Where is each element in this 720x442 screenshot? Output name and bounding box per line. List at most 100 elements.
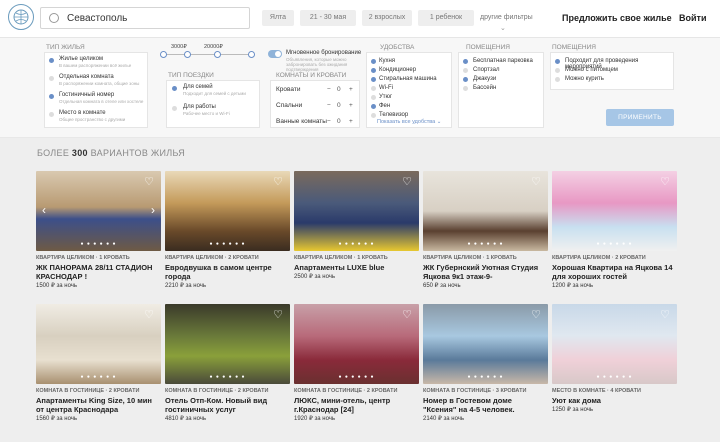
instant-booking-toggle[interactable] [268,50,282,58]
listing-card[interactable]: ‹ › ♡ ● ● ● ● ● ● КВАРТИРА ЦЕЛИКОМ · 1 КРОВА… [36,171,161,297]
trip-option-family[interactable]: Для семей Подходит для семей с детьми [183,84,246,96]
listing-photo[interactable]: ♡ ● ● ● ● ● ● [294,171,419,251]
photo-pagination-dots[interactable]: ● ● ● ● ● ● [423,241,548,247]
heart-icon[interactable]: ♡ [530,177,542,188]
photo-pagination-dots[interactable]: ● ● ● ● ● ● [36,241,161,247]
facility-option[interactable]: Джакузи [473,76,496,82]
checkbox-checked-icon[interactable] [371,77,376,82]
stepper-plus[interactable]: + [349,86,353,93]
heart-icon[interactable]: ♡ [401,177,413,188]
checkbox-checked-icon[interactable] [463,59,468,64]
checkbox-icon[interactable] [555,68,560,73]
listing-photo[interactable]: ♡ ● ● ● ● ● ● [165,171,290,251]
facility-option[interactable]: Спортзал [473,67,499,73]
amenity-option[interactable]: Кондиционер [379,67,416,73]
heart-icon[interactable]: ♡ [659,310,671,321]
heart-icon[interactable]: ♡ [659,177,671,188]
checkbox-checked-icon[interactable] [371,104,376,109]
apply-button[interactable]: ПРИМЕНИТЬ [606,109,674,126]
listing-card[interactable]: ♡ ● ● ● ● ● ● КОМНАТА В ГОСТИНИЦЕ · 2 КРОВ… [36,304,161,430]
listing-card[interactable]: ♡ ● ● ● ● ● ● КВАРТИРА ЦЕЛИКОМ · 2 КРОВАТИ… [165,171,290,297]
housing-option-room[interactable]: Отдельная комната В распоряжении комната,… [59,74,139,86]
listing-photo[interactable]: ♡ ● ● ● ● ● ● [552,304,677,384]
globe-logo-icon[interactable] [8,4,34,30]
chevron-left-icon[interactable]: ‹ [42,203,46,217]
radio-icon[interactable] [49,112,54,117]
listing-photo[interactable]: ♡ ● ● ● ● ● ● [552,171,677,251]
other-filters-button[interactable]: другие фильтры ⌄ [480,14,533,32]
stepper-plus[interactable]: + [349,102,353,109]
stepper-minus[interactable]: − [327,118,331,125]
stepper-plus[interactable]: + [349,118,353,125]
checkbox-checked-icon[interactable] [371,59,376,64]
photo-pagination-dots[interactable]: ● ● ● ● ● ● [552,241,677,247]
price-slider-handle-max[interactable] [214,51,221,58]
search-input[interactable]: Севастополь [40,7,250,29]
rule-option[interactable]: Можно курить [565,76,604,82]
listing-photo[interactable]: ♡ ● ● ● ● ● ● [294,304,419,384]
checkbox-icon[interactable] [371,95,376,100]
heart-icon[interactable]: ♡ [143,177,155,188]
checkbox-icon[interactable] [172,106,177,111]
listing-card[interactable]: ♡ ● ● ● ● ● ● КОМНАТА В ГОСТИНИЦЕ · 3 КРОВ… [423,304,548,430]
radio-icon[interactable] [49,76,54,81]
amenity-option[interactable]: Стиральная машина [379,76,437,82]
stepper-minus[interactable]: − [327,102,331,109]
checkbox-icon[interactable] [371,86,376,91]
listing-photo[interactable]: ‹ › ♡ ● ● ● ● ● ● [36,171,161,251]
checkbox-icon[interactable] [371,113,376,118]
amenity-option[interactable]: Wi-Fi [379,85,393,91]
housing-option-shared[interactable]: Место в комнате Общее пространство с друг… [59,110,125,122]
rule-option[interactable]: Можно с питомцем [565,67,618,73]
listing-card[interactable]: ♡ ● ● ● ● ● ● КВАРТИРА ЦЕЛИКОМ · 1 КРОВАТЬ… [423,171,548,297]
offer-listing-link[interactable]: Предложить свое жилье [562,13,672,23]
price-slider-handle-min[interactable] [160,51,167,58]
checkbox-checked-icon[interactable] [172,86,177,91]
listing-title[interactable]: Евродвушка в самом центре города [165,263,289,281]
heart-icon[interactable]: ♡ [272,177,284,188]
children-pill[interactable]: 1 ребенок [418,10,474,26]
facility-option[interactable]: Бассейн [473,85,496,91]
photo-pagination-dots[interactable]: ● ● ● ● ● ● [165,241,290,247]
listing-photo[interactable]: ♡ ● ● ● ● ● ● [423,304,548,384]
amenity-option[interactable]: Кухня [379,58,395,64]
photo-pagination-dots[interactable]: ● ● ● ● ● ● [552,374,677,380]
price-slider-track[interactable] [164,54,254,55]
checkbox-checked-icon[interactable] [555,59,560,64]
city-pill[interactable]: Ялта [262,10,294,26]
amenity-option[interactable]: Утюг [379,94,392,100]
photo-pagination-dots[interactable]: ● ● ● ● ● ● [423,374,548,380]
price-slider-handle-mid[interactable] [184,51,191,58]
amenity-option[interactable]: Фен [379,103,390,109]
listing-card[interactable]: ♡ ● ● ● ● ● ● КВАРТИРА ЦЕЛИКОМ · 2 КРОВАТИ… [552,171,677,297]
guests-pill[interactable]: 2 взрослых [362,10,412,26]
listing-card[interactable]: ♡ ● ● ● ● ● ● КОМНАТА В ГОСТИНИЦЕ · 2 КРОВ… [165,304,290,430]
heart-icon[interactable]: ♡ [143,310,155,321]
price-slider-handle-end[interactable] [248,51,255,58]
listing-title[interactable]: Уют как дома [552,396,676,405]
housing-option-hotel[interactable]: Гостиничный номер Отдельная комната в оте… [59,92,143,104]
listing-title[interactable]: Апартаменты LUXE blue [294,263,418,272]
checkbox-icon[interactable] [463,68,468,73]
heart-icon[interactable]: ♡ [272,310,284,321]
photo-pagination-dots[interactable]: ● ● ● ● ● ● [165,374,290,380]
heart-icon[interactable]: ♡ [530,310,542,321]
heart-icon[interactable]: ♡ [401,310,413,321]
checkbox-checked-icon[interactable] [463,77,468,82]
dates-pill[interactable]: 21 - 30 мая [300,10,356,26]
amenity-option[interactable]: Телевизор [379,112,408,118]
chevron-right-icon[interactable]: › [151,203,155,217]
listing-card[interactable]: ♡ ● ● ● ● ● ● КВАРТИРА ЦЕЛИКОМ · 1 КРОВАТЬ… [294,171,419,297]
checkbox-checked-icon[interactable] [371,68,376,73]
listing-photo[interactable]: ♡ ● ● ● ● ● ● [36,304,161,384]
trip-option-work[interactable]: Для работы Рабочее место и Wi-Fi [183,104,230,116]
photo-pagination-dots[interactable]: ● ● ● ● ● ● [294,374,419,380]
checkbox-icon[interactable] [463,86,468,91]
listing-title[interactable]: ЖК Губернский Уютная Студия Яцкова 9к1 э… [423,263,547,281]
facility-option[interactable]: Бесплатная парковка [473,58,533,64]
radio-selected-icon[interactable] [49,58,54,63]
listing-photo[interactable]: ♡ ● ● ● ● ● ● [423,171,548,251]
photo-pagination-dots[interactable]: ● ● ● ● ● ● [294,241,419,247]
login-link[interactable]: Войти [679,13,706,23]
listing-card[interactable]: ♡ ● ● ● ● ● ● МЕСТО В КОМНАТЕ · 4 КРОВАТИ У… [552,304,677,430]
